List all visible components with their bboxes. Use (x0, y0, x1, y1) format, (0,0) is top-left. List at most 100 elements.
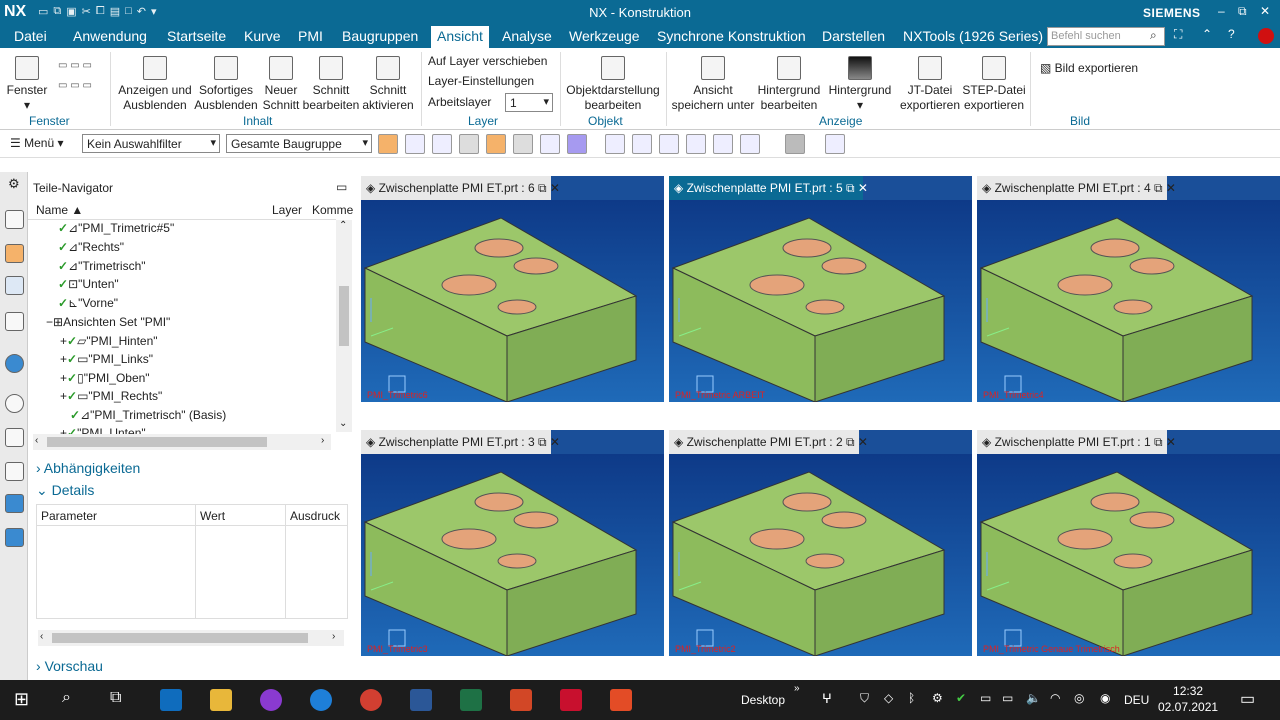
work-layer-select[interactable]: 1 (505, 93, 553, 112)
chevron-icon[interactable]: » (794, 683, 800, 694)
battery-icon[interactable]: ▭ (980, 691, 991, 705)
pan-icon[interactable] (659, 134, 679, 154)
selection-filter-select[interactable]: Kein Auswahlfilter (82, 134, 220, 153)
details-col-wert[interactable]: Wert (200, 509, 225, 523)
scrollbar-thumb[interactable] (52, 633, 308, 643)
nx-app-icon[interactable] (560, 689, 582, 711)
tree-item[interactable]: +✓▭"PMI_Links" (60, 352, 153, 370)
graphics-viewport[interactable]: ◈ Zwischenplatte PMI ET.prt : 6 ⧉ ✕ PMI_T… (361, 176, 664, 403)
restore-icon[interactable]: ⧉ (538, 181, 547, 195)
expand-icon[interactable]: + (60, 334, 67, 348)
graphics-viewport[interactable]: ◈ Zwischenplatte PMI ET.prt : 5 ⧉ ✕ PMI_T… (669, 176, 972, 403)
close-icon[interactable]: ✕ (858, 181, 868, 195)
constraint-navigator-icon[interactable] (5, 244, 24, 263)
details-col-ausdruck[interactable]: Ausdruck (290, 509, 340, 523)
background-button[interactable]: Hintergrund ▾ (826, 56, 894, 113)
part-select-icon[interactable] (378, 134, 398, 154)
viewport-canvas[interactable]: PMI_Trimetric ARBEIT (669, 200, 972, 403)
expand-icon[interactable]: + (60, 352, 67, 366)
orient-view-icon[interactable] (740, 134, 760, 154)
viewport-canvas[interactable]: PMI_Trimetric6 (361, 200, 664, 403)
export-image-button[interactable]: ▧ Bild exportieren (1040, 61, 1138, 75)
history-icon[interactable] (5, 394, 24, 413)
task-view-icon[interactable]: ⧉ (110, 689, 121, 707)
camera-icon[interactable] (825, 134, 845, 154)
people-icon[interactable]: ⵖ (822, 691, 832, 707)
viewport-tab[interactable]: ◈ Zwischenplatte PMI ET.prt : 5 ⧉ ✕ (669, 176, 868, 200)
edit-background-button[interactable]: Hintergrund bearbeiten (756, 56, 822, 113)
shaded-box-icon[interactable] (459, 134, 479, 154)
section-details[interactable]: ⌄ Details (36, 482, 94, 499)
cube-icon[interactable] (567, 134, 587, 154)
scroll-up-icon[interactable]: ⌃ (339, 220, 347, 231)
move-to-layer-button[interactable]: Auf Layer verschieben (428, 54, 547, 68)
section-preview[interactable]: › Vorschau (36, 658, 103, 674)
save-view-as-button[interactable]: Ansicht speichern unter (670, 56, 756, 113)
scrollbar-thumb[interactable] (47, 437, 267, 447)
edit-section-button[interactable]: Schnitt bearbeiten (302, 56, 360, 113)
collapse-icon[interactable]: − (46, 315, 53, 329)
object-display-button[interactable]: Objektdarstellung bearbeiten (564, 56, 662, 113)
network-adapter-icon[interactable]: ⚙ (932, 691, 943, 705)
scroll-left-icon[interactable]: ‹ (35, 435, 38, 446)
solid-box-icon[interactable] (513, 134, 533, 154)
menu-datei[interactable]: Datei (14, 28, 47, 44)
new-section-button[interactable]: Neuer Schnitt (259, 56, 303, 113)
expand-icon[interactable]: + (60, 389, 67, 403)
table-icon[interactable] (5, 462, 24, 481)
details-col-parameter[interactable]: Parameter (41, 509, 97, 523)
fit-icon[interactable] (713, 134, 733, 154)
close-icon[interactable]: ✕ (858, 435, 868, 449)
restore-icon[interactable]: ⧉ (1154, 181, 1163, 195)
tree-item[interactable]: ✓⊾"Vorne" (58, 296, 118, 314)
graphics-viewport[interactable]: ◈ Zwischenplatte PMI ET.prt : 1 ⧉ ✕ PMI_T… (977, 430, 1280, 657)
close-icon[interactable]: ✕ (1260, 4, 1270, 18)
scroll-right-icon[interactable]: › (332, 631, 335, 642)
tree-horizontal-scrollbar[interactable]: ‹ › (33, 434, 331, 450)
fullscreen-icon[interactable]: ⛶ (1174, 27, 1182, 42)
menu-button[interactable]: ☰ Menü ▾ (10, 136, 63, 150)
menu-synchrone-konstruktion[interactable]: Synchrone Konstruktion (657, 28, 806, 44)
security-check-icon[interactable]: ✔ (956, 691, 966, 705)
render-style-icon[interactable] (785, 134, 805, 154)
expand-icon[interactable]: + (60, 371, 67, 385)
wifi-icon[interactable]: ◠ (1050, 691, 1060, 705)
notification-icon[interactable]: ▭ (1240, 689, 1255, 709)
graphics-viewport[interactable]: ◈ Zwischenplatte PMI ET.prt : 4 ⧉ ✕ PMI_T… (977, 176, 1280, 403)
menu-anwendung[interactable]: Anwendung (73, 28, 147, 44)
tree-item[interactable]: ✓⊿"PMI_Trimetric#5" (58, 221, 174, 239)
zoom-icon[interactable] (632, 134, 652, 154)
update-icon[interactable]: ◉ (1100, 691, 1110, 705)
scroll-right-icon[interactable]: › (321, 435, 324, 446)
folder-icon[interactable] (5, 494, 24, 513)
layer-settings-button[interactable]: Layer-Einstellungen (428, 74, 534, 88)
tree-item-view-set[interactable]: −⊞Ansichten Set "PMI" (46, 315, 170, 333)
column-comment[interactable]: Komme (312, 203, 353, 217)
tree-item[interactable]: +✓"PMI_Unten" (60, 426, 146, 434)
capture-app-icon[interactable] (610, 689, 632, 711)
menu-kurve[interactable]: Kurve (244, 28, 281, 44)
desktop-toolbar-label[interactable]: Desktop (741, 693, 785, 707)
tree-vertical-scrollbar[interactable]: ⌃ ⌄ (336, 220, 352, 432)
export-step-button[interactable]: STEP-Datei exportieren (962, 56, 1026, 113)
menu-analyse[interactable]: Analyse (502, 28, 552, 44)
restore-icon[interactable]: ⧉ (1154, 435, 1163, 449)
snap-point-icon[interactable] (405, 134, 425, 154)
outlook-icon[interactable] (160, 689, 182, 711)
viewport-canvas[interactable]: PMI_Trimetric2 (669, 454, 972, 657)
powerpoint-icon[interactable] (510, 689, 532, 711)
dropbox-icon[interactable]: ◇ (884, 691, 893, 705)
viewport-tab[interactable]: ◈ Zwischenplatte PMI ET.prt : 4 ⧉ ✕ (977, 176, 1176, 200)
close-icon[interactable]: ✕ (550, 435, 560, 449)
minimize-icon[interactable]: – (1218, 4, 1225, 18)
reuse-library-icon[interactable] (5, 312, 24, 331)
bluetooth-icon[interactable]: ᛒ (908, 691, 915, 705)
tree-item[interactable]: +✓▯"PMI_Oben" (60, 371, 150, 389)
window-layout-icons[interactable]: ▭ ▭ ▭ ▭ ▭ ▭ (58, 56, 106, 108)
clock[interactable]: 12:32 02.07.2021 (1158, 683, 1218, 715)
graphics-viewport[interactable]: ◈ Zwischenplatte PMI ET.prt : 3 ⧉ ✕ PMI_T… (361, 430, 664, 657)
part-navigator-icon[interactable] (5, 276, 24, 295)
restore-icon[interactable]: ⧉ (1238, 4, 1247, 19)
activate-section-button[interactable]: Schnitt aktivieren (360, 56, 416, 113)
command-search-input[interactable]: Befehl suchen (1047, 27, 1165, 46)
